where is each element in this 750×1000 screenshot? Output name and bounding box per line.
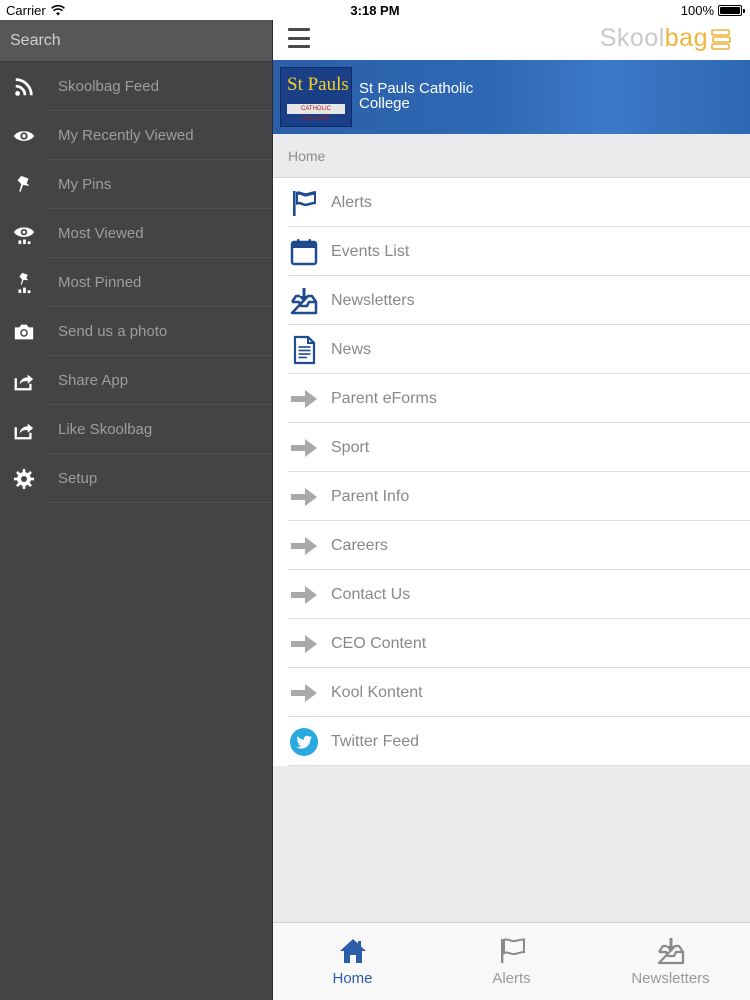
calendar-icon [273, 237, 335, 267]
logo-subtext: CATHOLIC COLLEGE [287, 104, 345, 122]
eye-icon [0, 125, 48, 147]
sidebar-search [0, 20, 272, 62]
logo-text: St Pauls [287, 74, 349, 95]
menu-item-kool-kontent[interactable]: Kool Kontent [273, 668, 750, 717]
menu-item-parent-eforms[interactable]: Parent eForms [273, 374, 750, 423]
flag-icon [500, 938, 525, 963]
menu-item-label: Twitter Feed [331, 732, 420, 750]
tab-home[interactable]: Home [273, 923, 432, 1000]
pin-icon [0, 174, 48, 196]
skoolbag-logo: Skoolbag [600, 24, 708, 53]
breadcrumb: Home [273, 134, 750, 178]
main-panel: Skoolbag St Pauls CATHOLIC COLLEGE St Pa… [272, 20, 750, 1000]
battery-icon [718, 5, 745, 16]
menu-item-label: Alerts [331, 193, 372, 211]
menu-item-news[interactable]: News [273, 325, 750, 374]
menu-item-contact-us[interactable]: Contact Us [273, 570, 750, 619]
sidebar-item-label: Like Skoolbag [58, 421, 153, 438]
tab-label: Newsletters [631, 970, 710, 987]
tab-label: Home [332, 970, 373, 987]
menu-item-label: Events List [331, 242, 410, 260]
tab-label: Alerts [492, 970, 531, 987]
flag-icon [273, 188, 335, 218]
arrow-right-icon [273, 629, 335, 659]
home-icon [339, 939, 366, 963]
sidebar-item-recently-viewed[interactable]: My Recently Viewed [0, 111, 272, 160]
hamburger-menu-icon[interactable] [288, 28, 310, 48]
brand-text-grey: Skool [599, 24, 665, 52]
sidebar-item-label: Share App [58, 372, 129, 389]
menu-item-label: News [331, 340, 372, 358]
menu-item-parent-info[interactable]: Parent Info [273, 472, 750, 521]
sidebar-item-skoolbag-feed[interactable]: Skoolbag Feed [0, 62, 272, 111]
school-crest-logo: St Pauls CATHOLIC COLLEGE [280, 67, 352, 127]
twitter-icon [273, 727, 335, 757]
sidebar-item-most-pinned[interactable]: Most Pinned [0, 258, 272, 307]
sidebar-item-label: My Recently Viewed [58, 127, 194, 144]
books-icon [711, 29, 731, 50]
status-right: 100% [680, 3, 745, 18]
document-icon [273, 335, 335, 365]
inbox-download-icon [657, 938, 684, 965]
menu-item-label: Sport [331, 438, 370, 456]
menu-item-newsletters[interactable]: Newsletters [273, 276, 750, 325]
share-icon [0, 419, 48, 441]
menu-item-label: Contact Us [331, 585, 411, 603]
menu-item-events-list[interactable]: Events List [273, 227, 750, 276]
sidebar-item-setup[interactable]: Setup [0, 454, 272, 503]
sidebar-item-most-viewed[interactable]: Most Viewed [0, 209, 272, 258]
school-banner: St Pauls CATHOLIC COLLEGE St Pauls Catho… [273, 60, 750, 134]
sidebar: Skoolbag Feed My Recently Viewed My Pins… [0, 20, 272, 1000]
arrow-right-icon [273, 580, 335, 610]
sidebar-item-like-skoolbag[interactable]: Like Skoolbag [0, 405, 272, 454]
sidebar-item-label: Send us a photo [58, 323, 168, 340]
arrow-right-icon [273, 531, 335, 561]
menu-item-careers[interactable]: Careers [273, 521, 750, 570]
sidebar-item-send-photo[interactable]: Send us a photo [0, 307, 272, 356]
brand-text-orange: bag [664, 24, 708, 52]
menu-item-label: Newsletters [331, 291, 415, 309]
clock: 3:18 PM [350, 3, 400, 18]
menu-item-label: Careers [331, 536, 388, 554]
menu-list: Alerts Events List Newsletters News Pare [273, 178, 750, 766]
tab-newsletters[interactable]: Newsletters [591, 923, 750, 1000]
menu-item-label: Parent Info [331, 487, 410, 505]
menu-item-label: Kool Kontent [331, 683, 423, 701]
arrow-right-icon [273, 482, 335, 512]
menu-item-ceo-content[interactable]: CEO Content [273, 619, 750, 668]
top-bar: Skoolbag [273, 20, 750, 60]
arrow-right-icon [273, 384, 335, 414]
tab-alerts[interactable]: Alerts [432, 923, 591, 1000]
rss-icon [0, 76, 48, 98]
battery-percent: 100% [680, 3, 714, 18]
search-input[interactable] [10, 31, 262, 50]
eye-stats-icon [0, 223, 48, 245]
menu-item-alerts[interactable]: Alerts [273, 178, 750, 227]
sidebar-item-label: Most Viewed [58, 225, 144, 242]
sidebar-item-label: Setup [58, 470, 98, 487]
sidebar-item-share-app[interactable]: Share App [0, 356, 272, 405]
sidebar-item-label: Most Pinned [58, 274, 142, 291]
inbox-download-icon [273, 286, 335, 316]
camera-icon [0, 321, 48, 343]
share-icon [0, 370, 48, 392]
sidebar-item-label: My Pins [58, 176, 112, 193]
menu-item-label: CEO Content [331, 634, 427, 652]
gear-icon [0, 468, 48, 490]
menu-item-sport[interactable]: Sport [273, 423, 750, 472]
menu-item-label: Parent eForms [331, 389, 437, 407]
pin-stats-icon [0, 272, 48, 294]
status-bar: Carrier 3:18 PM 100% [0, 0, 750, 20]
menu-item-twitter-feed[interactable]: Twitter Feed [273, 717, 750, 766]
sidebar-item-my-pins[interactable]: My Pins [0, 160, 272, 209]
tab-bar: Home Alerts Newsletters [273, 922, 750, 1000]
arrow-right-icon [273, 678, 335, 708]
arrow-right-icon [273, 433, 335, 463]
sidebar-item-label: Skoolbag Feed [58, 78, 159, 95]
school-name: St Pauls Catholic College [359, 80, 474, 112]
